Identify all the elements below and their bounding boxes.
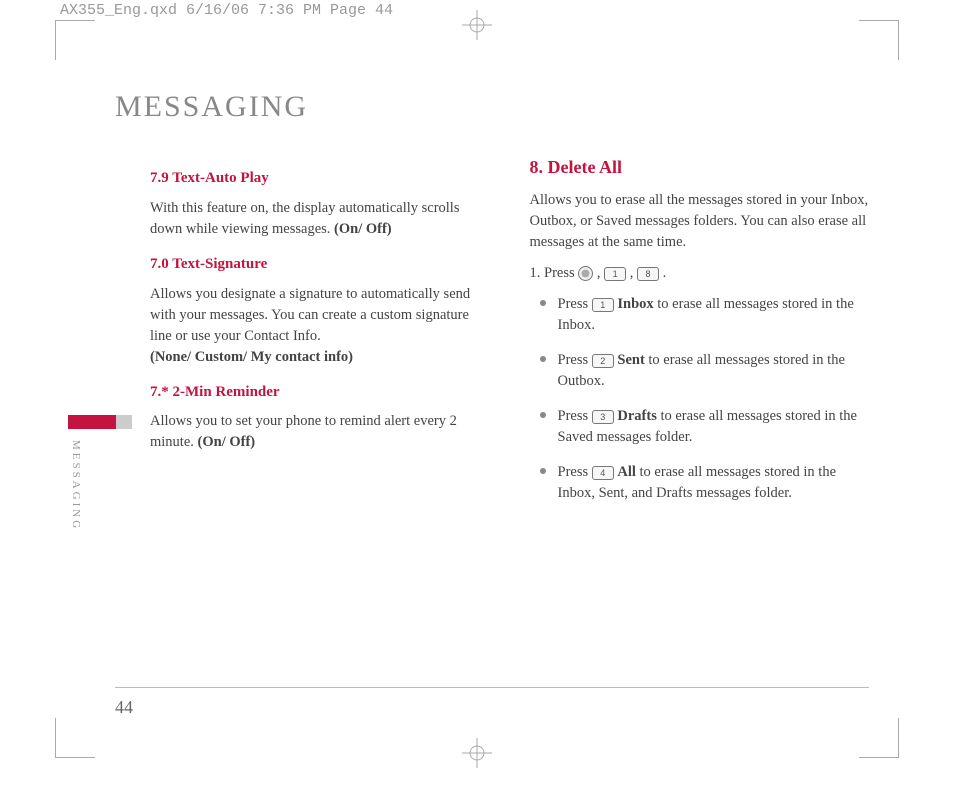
sec-70-title: 7.0 Text-Signature [150,254,490,276]
sec-79-body: With this feature on, the display automa… [150,198,490,240]
key-3-icon: 3 [592,410,614,424]
sec-7star-body: Allows you to set your phone to remind a… [150,411,490,453]
sec-8-intro: Allows you to erase all the messages sto… [530,190,870,253]
key-2-icon: 2 [592,354,614,368]
sec-70-body: Allows you designate a signature to auto… [150,284,490,368]
registration-mark-bottom [462,738,492,768]
left-column: 7.9 Text-Auto Play With this feature on,… [150,154,490,518]
page-content: MESSAGING 7.9 Text-Auto Play With this f… [115,90,869,713]
crop-header: AX355_Eng.qxd 6/16/06 7:36 PM Page 44 [60,2,393,19]
key-8-icon: 8 [637,267,659,281]
key-4-icon: 4 [592,466,614,480]
sec-8-title: 8. Delete All [530,154,870,180]
page-number: 44 [115,697,133,718]
bullet-all: Press 4 All to erase all messages stored… [540,462,870,504]
footer-divider [115,687,869,688]
bullet-list: Press 1 Inbox to erase all messages stor… [540,294,870,504]
bullet-inbox: Press 1 Inbox to erase all messages stor… [540,294,870,336]
registration-mark-top [462,10,492,40]
sec-79-title: 7.9 Text-Auto Play [150,168,490,190]
crop-mark-br [859,718,899,758]
key-1-icon: 1 [592,298,614,312]
right-column: 8. Delete All Allows you to erase all th… [530,154,870,518]
page-title: MESSAGING [115,90,869,124]
side-label: MESSAGING [70,440,82,531]
sec-7star-title: 7.* 2-Min Reminder [150,382,490,404]
side-tab-red [68,415,116,429]
key-1-icon: 1 [604,267,626,281]
bullet-sent: Press 2 Sent to erase all messages store… [540,350,870,392]
crop-mark-bl [55,718,95,758]
sec-8-step1: 1. Press , 1 , 8 . [530,263,870,284]
nav-key-icon [578,266,593,281]
bullet-drafts: Press 3 Drafts to erase all messages sto… [540,406,870,448]
crop-mark-tl [55,20,95,60]
crop-mark-tr [859,20,899,60]
